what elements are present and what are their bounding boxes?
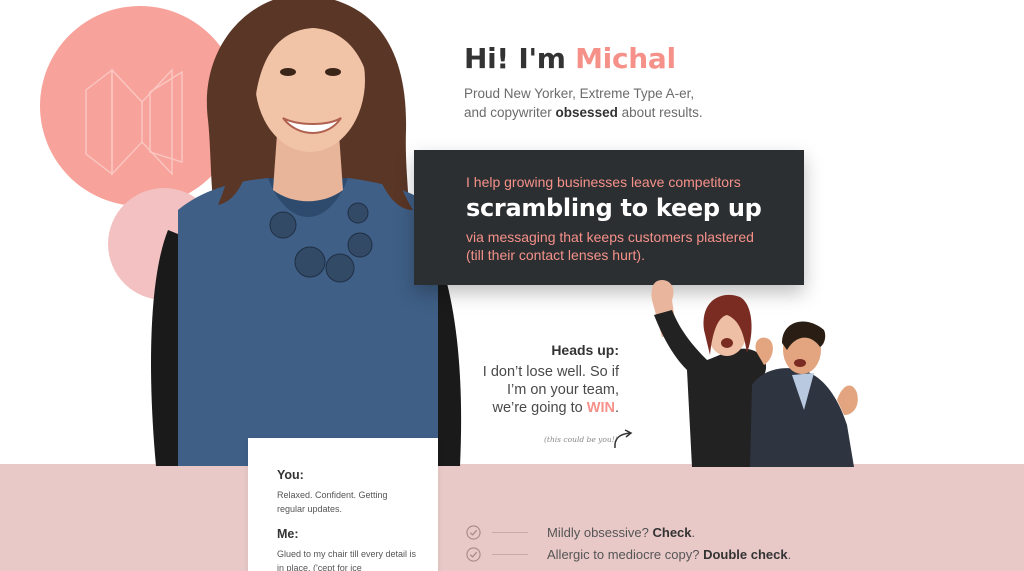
hero-sub-bold: obsessed bbox=[555, 105, 618, 120]
hero-sub-pre: and copywriter bbox=[464, 105, 556, 120]
page: Hi! I'm Michal Proud New Yorker, Extreme… bbox=[0, 0, 1024, 571]
heads-up-title: Heads up: bbox=[551, 342, 619, 358]
could-be-you-note: (this could be you!) bbox=[544, 435, 618, 444]
heads-up-win: WIN bbox=[586, 400, 615, 416]
hero-subtitle: Proud New Yorker, Extreme Type A-er, and… bbox=[464, 84, 764, 122]
checklist-text-end: . bbox=[787, 546, 792, 562]
checklist-text-bold: Double check bbox=[703, 546, 788, 562]
callout-headline: scrambling to keep up bbox=[466, 194, 762, 222]
hero-sub-post: about results. bbox=[617, 105, 703, 120]
checklist-divider bbox=[492, 553, 528, 555]
checklist-text-end: . bbox=[691, 524, 696, 540]
me-label: Me: bbox=[277, 527, 299, 541]
heads-up-line3-pre: we’re going to bbox=[492, 400, 587, 416]
checklist-text: Mildly obsessive? Check. bbox=[547, 525, 695, 540]
hero-subtitle-line1: Proud New Yorker, Extreme Type A-er, bbox=[464, 86, 695, 101]
checklist-text-bold: Check bbox=[652, 524, 692, 540]
hero-title: Hi! I'm Michal bbox=[464, 42, 676, 75]
checklist-text: Allergic to mediocre copy? Double check. bbox=[547, 547, 791, 562]
checklist-item: Allergic to mediocre copy? Double check. bbox=[466, 544, 791, 564]
callout-line3: via messaging that keeps customers plast… bbox=[466, 229, 754, 263]
heads-up-line3-post: . bbox=[614, 400, 619, 416]
checklist-item: Mildly obsessive? Check. bbox=[466, 522, 695, 542]
hero-greeting: Hi! I'm bbox=[464, 42, 576, 75]
heads-up-text: I don’t lose well. So if I’m on your tea… bbox=[459, 363, 619, 417]
hero-subtitle-line2: and copywriter obsessed about results. bbox=[464, 103, 764, 122]
checklist-divider bbox=[492, 531, 528, 533]
heads-up-line1: I don’t lose well. So if bbox=[482, 364, 619, 380]
heads-up-line2: I’m on your team, bbox=[506, 382, 619, 398]
you-label: You: bbox=[277, 468, 304, 482]
checklist-text-main: Allergic to mediocre copy? bbox=[547, 546, 704, 562]
check-circle-icon bbox=[466, 524, 481, 540]
you-me-card: You: Relaxed. Confident. Getting regular… bbox=[248, 438, 438, 571]
value-proposition-box: I help growing businesses leave competit… bbox=[414, 150, 804, 285]
you-text: Relaxed. Confident. Getting regular upda… bbox=[277, 490, 388, 514]
callout-line1: I help growing businesses leave competit… bbox=[466, 174, 741, 190]
heads-up-line3: we’re going to WIN. bbox=[459, 399, 619, 417]
me-text: Glued to my chair till every detail is i… bbox=[277, 549, 417, 571]
checklist-text-main: Mildly obsessive? bbox=[547, 524, 653, 540]
hero-name: Michal bbox=[575, 42, 676, 75]
cheering-people-image bbox=[651, 280, 858, 467]
check-circle-icon bbox=[466, 546, 481, 562]
